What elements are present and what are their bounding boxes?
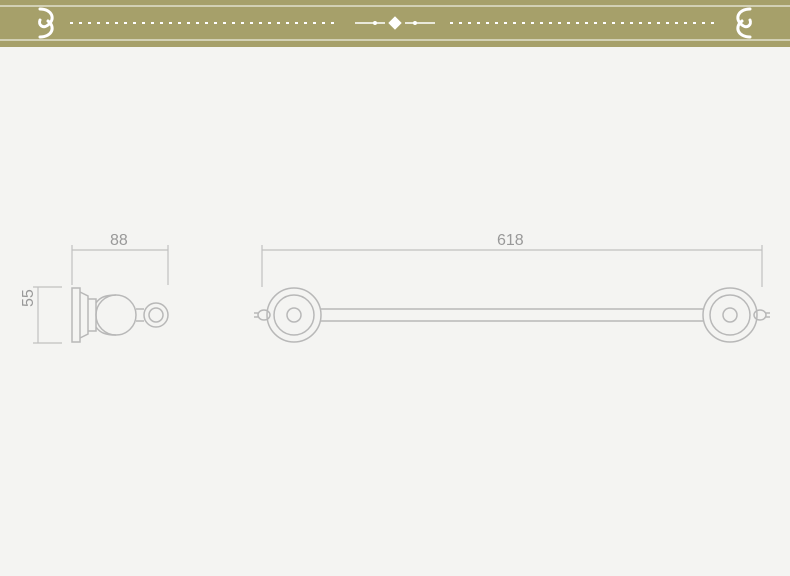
dim-length-front: 618 bbox=[497, 232, 524, 250]
decorative-banner bbox=[0, 0, 790, 47]
drawing-svg bbox=[0, 47, 790, 571]
technical-drawing: 88 55 618 bbox=[0, 47, 790, 571]
side-view bbox=[72, 288, 168, 342]
front-view bbox=[254, 288, 770, 342]
dim-width-side: 88 bbox=[110, 232, 128, 250]
dim-height-side: 55 bbox=[20, 289, 38, 307]
